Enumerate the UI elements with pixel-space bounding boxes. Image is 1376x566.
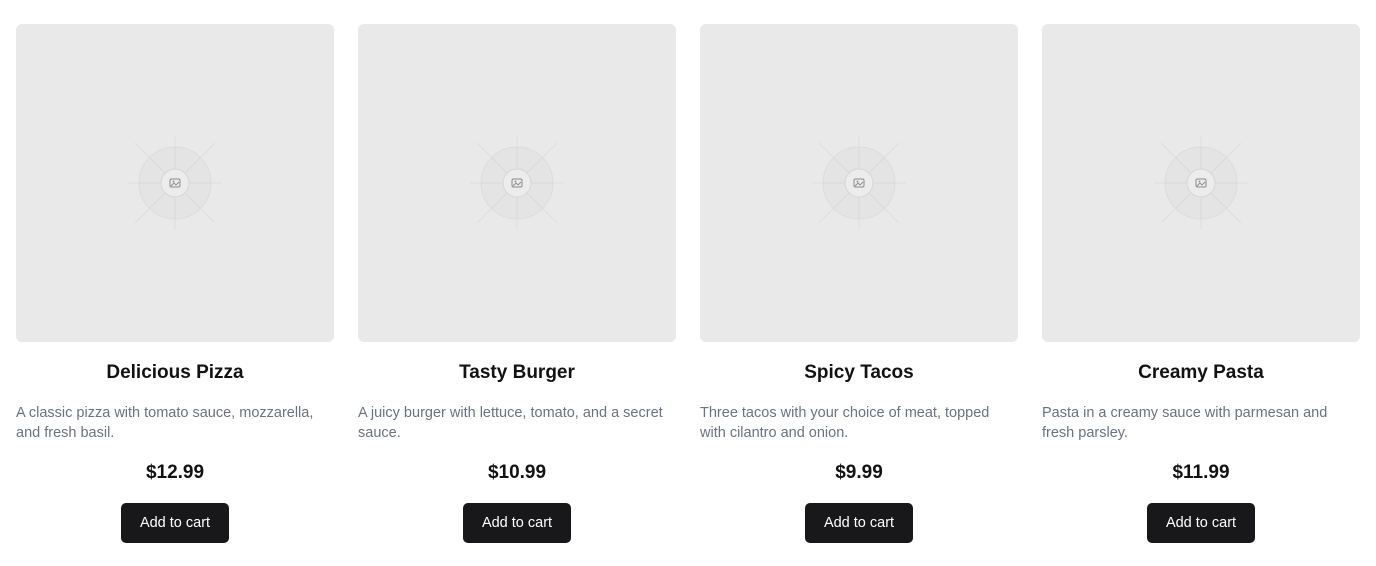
product-price: $10.99 [487, 462, 547, 483]
image-placeholder-icon [1154, 136, 1248, 230]
product-title: Spicy Tacos [804, 362, 914, 383]
button-row: Add to cart [358, 503, 676, 543]
button-row: Add to cart [1042, 503, 1360, 543]
add-to-cart-button[interactable]: Add to cart [805, 503, 913, 543]
product-image [700, 24, 1018, 342]
product-price: $11.99 [1172, 462, 1230, 483]
product-card: Creamy Pasta Pasta in a creamy sauce wit… [1042, 24, 1360, 543]
product-card: Tasty Burger A juicy burger with lettuce… [358, 24, 676, 543]
product-image [358, 24, 676, 342]
product-title: Delicious Pizza [106, 362, 244, 383]
image-placeholder-icon [470, 136, 564, 230]
product-price: $12.99 [145, 462, 205, 483]
button-row: Add to cart [16, 503, 334, 543]
product-card: Delicious Pizza A classic pizza with tom… [16, 24, 334, 543]
product-card: Spicy Tacos Three tacos with your choice… [700, 24, 1018, 543]
product-image [1042, 24, 1360, 342]
product-grid: Delicious Pizza A classic pizza with tom… [16, 24, 1360, 543]
product-description: A classic pizza with tomato sauce, mozza… [16, 405, 314, 441]
image-placeholder-icon [812, 136, 906, 230]
product-title: Tasty Burger [459, 362, 575, 383]
product-price: $9.99 [835, 462, 883, 483]
add-to-cart-button[interactable]: Add to cart [1147, 503, 1255, 543]
image-placeholder-icon [128, 136, 222, 230]
add-to-cart-button[interactable]: Add to cart [121, 503, 229, 543]
product-description: Pasta in a creamy sauce with parmesan an… [1042, 405, 1328, 441]
button-row: Add to cart [700, 503, 1018, 543]
product-description: Three tacos with your choice of meat, to… [700, 405, 990, 441]
product-image [16, 24, 334, 342]
add-to-cart-button[interactable]: Add to cart [463, 503, 571, 543]
product-description: A juicy burger with lettuce, tomato, and… [358, 405, 663, 441]
product-title: Creamy Pasta [1138, 362, 1264, 383]
